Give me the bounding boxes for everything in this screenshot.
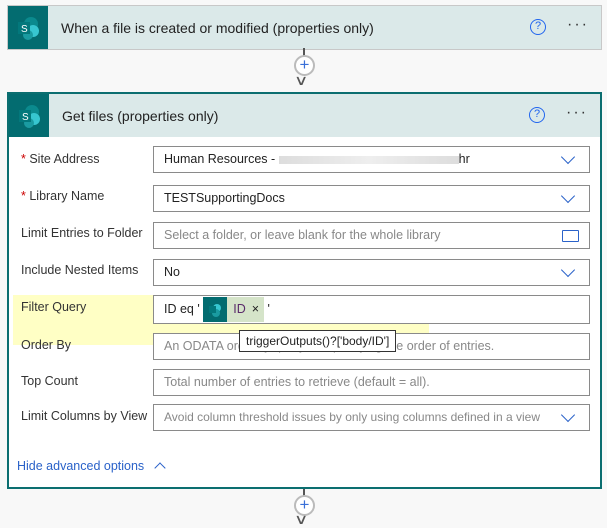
arrow-down-icon: ∨ [293, 511, 309, 527]
limit-columns-label: Limit Columns by View [21, 409, 148, 423]
question-circle-icon[interactable]: ? [530, 19, 546, 35]
trigger-card[interactable]: S When a file is created or modified (pr… [7, 5, 602, 50]
nested-items-label: Include Nested Items [21, 263, 139, 277]
folder-icon[interactable] [562, 230, 579, 242]
ellipsis-icon[interactable]: ··· [567, 16, 589, 34]
chevron-down-icon [560, 407, 576, 423]
top-count-label: Top Count [21, 374, 78, 388]
nested-items-dropdown[interactable]: No [153, 259, 590, 286]
question-circle-icon[interactable]: ? [529, 107, 545, 123]
limit-folder-input[interactable]: Select a folder, or leave blank for the … [153, 222, 590, 249]
chevron-up-icon [154, 462, 166, 474]
sharepoint-icon [203, 297, 228, 322]
svg-text:S: S [22, 112, 29, 123]
limit-folder-label: Limit Entries to Folder [21, 226, 143, 240]
chevron-down-icon [560, 188, 576, 204]
top-count-input[interactable]: Total number of entries to retrieve (def… [153, 369, 590, 396]
dynamic-token-id[interactable]: ID × [203, 297, 265, 322]
get-files-card[interactable]: S Get files (properties only) ? ··· * Si… [7, 92, 602, 489]
library-name-label: * Library Name [21, 189, 105, 203]
sharepoint-icon: S [8, 6, 48, 49]
remove-token-icon[interactable]: × [252, 297, 259, 322]
site-address-label: * Site Address [21, 152, 100, 166]
site-address-dropdown[interactable]: Human Resources - hr [153, 146, 590, 173]
token-tooltip: triggerOutputs()?['body/ID'] [239, 330, 397, 352]
sharepoint-icon: S [9, 94, 49, 137]
action-title: Get files (properties only) [62, 107, 219, 124]
svg-text:S: S [21, 24, 28, 35]
filter-query-label: Filter Query [21, 300, 87, 314]
hide-advanced-options-link[interactable]: Hide advanced options [17, 459, 166, 474]
order-by-label: Order By [21, 338, 72, 352]
trigger-title: When a file is created or modified (prop… [61, 19, 374, 36]
chevron-down-icon [560, 262, 576, 278]
ellipsis-icon[interactable]: ··· [566, 104, 588, 122]
filter-query-input[interactable]: ID eq ' ID × ' [153, 295, 590, 324]
arrow-down-icon: ∨ [293, 72, 309, 88]
chevron-down-icon [560, 149, 576, 165]
library-name-dropdown[interactable]: TESTSupportingDocs [153, 185, 590, 212]
limit-columns-dropdown[interactable]: Avoid column threshold issues by only us… [153, 404, 590, 431]
